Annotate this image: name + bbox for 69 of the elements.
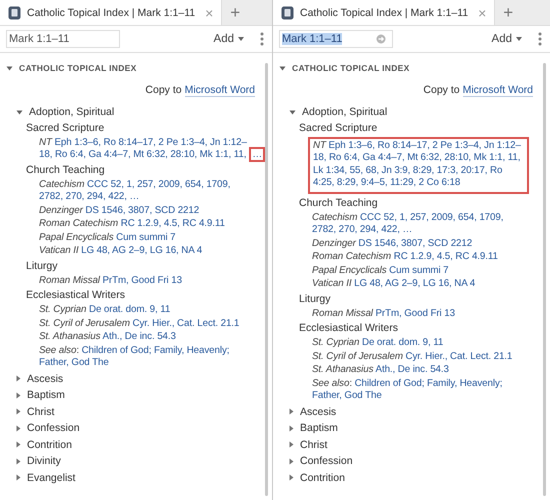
reference-entry[interactable]: St. Cyril of Jerusalem Cyr. Hier., Cat. Lect. 21.1 <box>312 350 525 363</box>
microsoft-word-link[interactable]: Microsoft Word <box>462 84 533 97</box>
topic-label[interactable]: Adoption, Spiritual <box>29 106 114 118</box>
topic-label[interactable]: Adoption, Spiritual <box>302 106 388 118</box>
tab[interactable]: Catholic Topical Index | Mark 1:1–11 × <box>273 0 496 25</box>
reference-entry[interactable]: Catechism CCC 52, 1, 257, 2009, 654, 1709, 2782, 270, 294, 422, … <box>39 178 247 204</box>
topic-label[interactable]: Ascesis <box>300 406 336 418</box>
topic-label[interactable]: Contrition <box>300 472 345 484</box>
scrollbar[interactable] <box>265 63 268 496</box>
microsoft-word-link[interactable]: Microsoft Word <box>184 84 255 97</box>
new-tab-button[interactable]: + <box>495 0 522 25</box>
reference-entry[interactable]: St. Athanasius Ath., De inc. 54.3 <box>39 331 247 344</box>
copy-label: Copy to <box>145 84 182 97</box>
add-button[interactable]: Add <box>212 33 246 45</box>
topic-label[interactable]: Confession <box>27 422 80 434</box>
tab[interactable]: Catholic Topical Index | Mark 1:1–11 × <box>0 0 222 25</box>
topic-label[interactable]: Baptism <box>300 422 338 434</box>
group-heading: Liturgy <box>298 292 332 306</box>
more-options-icon <box>538 32 542 46</box>
reference-field[interactable]: Mark 1:1–11 <box>6 30 120 48</box>
group-heading: Liturgy <box>25 258 59 274</box>
reference-entry[interactable]: Vatican II LG 48, AG 2–9, LG 16, NA 4 <box>312 278 525 290</box>
reference-entry[interactable]: St. Cyprian De orat. dom. 9, 11 <box>39 304 247 316</box>
reference-entry[interactable]: St. Cyril of Jerusalem Cyr. Hier., Cat. Lect. 21.1 <box>39 318 247 330</box>
topic-label[interactable]: Baptism <box>27 389 65 402</box>
new-tab-button[interactable]: + <box>222 0 248 25</box>
more-options-icon <box>260 32 264 46</box>
scrollbar[interactable] <box>543 63 546 496</box>
reference-entry[interactable]: NT Eph 1:3–6, Ro 8:14–17, 2 Pe 1:3–4, Jn 1:12–18, Ro 6:4, Ga 4:4–7, Mt 6:32, 28:10, Mk 1:1, 11, <box>39 136 247 162</box>
topic-label[interactable]: Contrition <box>27 438 72 451</box>
reference-entry[interactable]: St. Cyprian De orat. dom. 9, 11 <box>312 337 525 350</box>
reference-entry[interactable]: Roman Missal PrTm, Good Fri 13 <box>312 308 525 320</box>
reference-entry[interactable]: Catechism CCC 52, 1, 257, 2009, 654, 1709, 2782, 270, 294, 422, … <box>312 212 525 236</box>
topic-label[interactable]: Confession <box>300 455 353 468</box>
caret-down-icon <box>238 37 244 41</box>
reference-entry[interactable]: Denzinger DS 1546, 3807, SCD 2212 <box>39 204 247 217</box>
reference-entry[interactable]: Papal Encyclicals Cum summi 7 <box>312 264 525 277</box>
group-heading: Church Teaching <box>298 196 379 210</box>
reference-entry[interactable]: Roman Catechism RC 1.2.9, 4.5, RC 4.9.11 <box>39 218 247 230</box>
go-icon <box>376 34 386 44</box>
reference-entry[interactable]: St. Athanasius Ath., De inc. 54.3 <box>312 364 525 376</box>
reference-entry[interactable]: Papal Encyclicals Cum summi 7 <box>39 232 247 244</box>
reference-entry[interactable]: Roman Catechism RC 1.2.9, 4.5, RC 4.9.11 <box>312 251 525 264</box>
section-title[interactable]: CATHOLIC TOPICAL INDEX <box>19 63 137 73</box>
group-heading: Ecclesiastical Writers <box>25 288 126 303</box>
copy-label: Copy to <box>423 84 460 97</box>
group-heading: Sacred Scripture <box>298 120 378 136</box>
tab-title: Catholic Topical Index | Mark 1:1–11 <box>27 6 196 18</box>
reference-entry[interactable]: Roman Missal PrTm, Good Fri 13 <box>39 274 247 287</box>
group-heading: Sacred Scripture <box>25 120 106 136</box>
document-icon <box>281 6 294 20</box>
reference-field[interactable]: Mark 1:1–11 <box>279 30 393 48</box>
reference-entry[interactable]: NT Eph 1:3–6, Ro 8:14–17, 2 Pe 1:3–4, Jn 1:12–18, Ro 6:4, Ga 4:4–7, Mt 6:32, 28:10, Mk 1:1, 11, Lk 1:34, 55, 68, Jn 3:9, 8:29, 17:3, 20:17, Ro 4:25, 8:29, 9:4–5, 11:29, 2 Co 6:18 <box>313 140 523 190</box>
tab-title: Catholic Topical Index | Mark 1:1–11 <box>300 6 468 18</box>
group-heading: Ecclesiastical Writers <box>298 321 399 336</box>
caret-down-icon <box>516 37 522 41</box>
section-title[interactable]: CATHOLIC TOPICAL INDEX <box>292 63 410 73</box>
document-icon <box>8 6 21 20</box>
topic-label[interactable]: Christ <box>300 438 328 451</box>
group-heading: Church Teaching <box>25 162 106 178</box>
reference-entry[interactable]: Vatican II LG 48, AG 2–9, LG 16, NA 4 <box>39 245 247 258</box>
see-also-entry[interactable]: See also: Children of God; Family, Heavenly; Father, God The <box>312 378 525 402</box>
add-button[interactable]: Add <box>490 33 524 45</box>
see-also-entry[interactable]: See also: Children of God; Family, Heavenly; Father, God The <box>39 344 247 370</box>
reference-entry[interactable]: Denzinger DS 1546, 3807, SCD 2212 <box>312 238 525 250</box>
topic-label[interactable]: Divinity <box>27 455 61 468</box>
topic-label[interactable]: Christ <box>27 406 54 418</box>
topic-label[interactable]: Ascesis <box>27 372 64 385</box>
topic-label[interactable]: Evangelist <box>27 472 76 484</box>
